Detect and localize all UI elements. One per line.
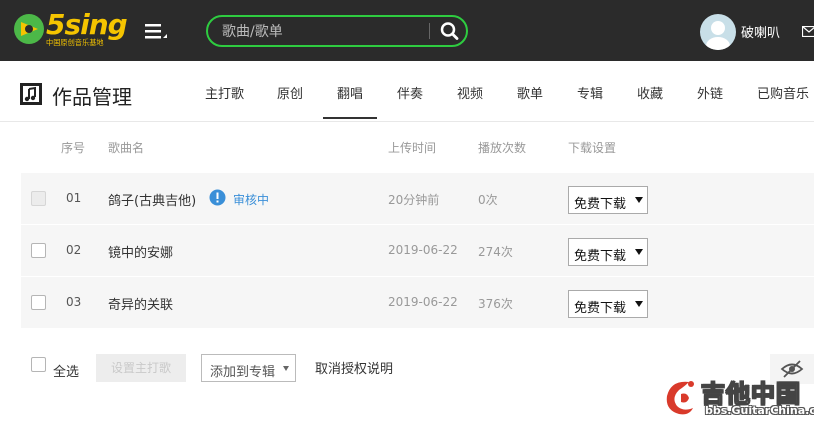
site-logo[interactable]: 5sing 中国原创音乐基地 — [12, 8, 128, 52]
logo-subtitle: 中国原创音乐基地 — [46, 38, 104, 47]
column-header-download: 下载设置 — [568, 141, 617, 155]
tab-favorites[interactable]: 收藏 — [637, 83, 663, 102]
top-bar: 5sing 中国原创音乐基地 破喇叭 — [0, 0, 814, 61]
row-checkbox[interactable] — [31, 295, 46, 310]
row-index: 02 — [66, 243, 82, 257]
works-header: 作品管理 主打歌 原创 翻唱 伴奏 视频 歌单 专辑 收藏 外链 已购音乐 — [0, 61, 814, 122]
play-count: 0次 — [478, 193, 498, 207]
column-header-upload-time: 上传时间 — [388, 141, 437, 155]
watermark: 吉他中国 bbs.GuitarChina.com — [655, 372, 814, 424]
row-index: 03 — [66, 295, 82, 309]
table-row: 03 奇异的关联 2019-06-22 376次 免费下载 — [21, 277, 814, 328]
username[interactable]: 破喇叭 — [741, 22, 780, 41]
upload-time: 2019-06-22 — [388, 243, 458, 257]
tab-main-song[interactable]: 主打歌 — [205, 83, 244, 102]
download-select[interactable]: 免费下载 — [568, 238, 648, 266]
song-name[interactable]: 镜中的安娜 — [108, 242, 173, 261]
select-all-label[interactable]: 全选 — [53, 361, 79, 380]
add-to-album-select[interactable]: 添加到专辑 — [201, 354, 296, 382]
tab-accompaniment[interactable]: 伴奏 — [397, 83, 423, 102]
search-box — [206, 15, 468, 47]
upload-time: 2019-06-22 — [388, 295, 458, 309]
avatar-icon — [706, 21, 730, 50]
menu-icon[interactable] — [145, 22, 169, 40]
tab-purchased-music[interactable]: 已购音乐 — [757, 83, 809, 102]
search-icon[interactable] — [438, 20, 462, 42]
tab-cover[interactable]: 翻唱 — [322, 83, 378, 119]
logo-text: 5sing — [46, 8, 128, 41]
watermark-logo-icon — [666, 381, 694, 415]
download-select-value: 免费下载 — [574, 197, 627, 212]
download-select-value: 免费下载 — [574, 301, 627, 316]
song-name[interactable]: 鸽子(古典吉他) — [108, 190, 196, 209]
logo-mark-icon — [14, 14, 44, 44]
row-checkbox[interactable] — [31, 191, 46, 206]
revoke-authorization-link[interactable]: 取消授权说明 — [315, 358, 393, 377]
avatar[interactable] — [700, 14, 736, 50]
tab-playlist[interactable]: 歌单 — [517, 83, 543, 102]
table-row: 01 鸽子(古典吉他) 审核中 20分钟前 0次 免费下载 — [21, 173, 814, 224]
download-select[interactable]: 免费下载 — [568, 290, 648, 318]
column-header-index: 序号 — [61, 141, 86, 155]
dropdown-arrow-icon — [635, 197, 643, 203]
row-index: 01 — [66, 191, 82, 205]
dropdown-arrow-icon — [635, 249, 643, 255]
tab-original[interactable]: 原创 — [277, 83, 303, 102]
info-icon — [209, 189, 226, 206]
page-title: 作品管理 — [52, 85, 132, 109]
upload-time: 20分钟前 — [388, 193, 440, 207]
tab-video[interactable]: 视频 — [457, 83, 483, 102]
search-divider — [429, 23, 430, 39]
column-header-plays: 播放次数 — [478, 141, 527, 155]
search-input[interactable] — [222, 21, 427, 43]
table-row: 02 镜中的安娜 2019-06-22 274次 免费下载 — [21, 225, 814, 276]
select-all-checkbox[interactable] — [31, 357, 46, 372]
mail-icon[interactable] — [802, 26, 814, 37]
download-select[interactable]: 免费下载 — [568, 186, 648, 214]
works-music-icon — [20, 83, 42, 105]
add-to-album-label: 添加到专辑 — [210, 365, 276, 380]
tab-external-link[interactable]: 外链 — [697, 83, 723, 102]
set-main-song-button[interactable]: 设置主打歌 — [96, 354, 186, 382]
watermark-url: bbs.GuitarChina.com — [705, 404, 814, 417]
play-count: 274次 — [478, 245, 513, 259]
dropdown-arrow-icon — [283, 366, 289, 371]
dropdown-arrow-icon — [635, 301, 643, 307]
column-header-song: 歌曲名 — [108, 141, 145, 155]
tab-album[interactable]: 专辑 — [577, 83, 603, 102]
row-checkbox[interactable] — [31, 243, 46, 258]
song-name[interactable]: 奇异的关联 — [108, 294, 173, 313]
play-count: 376次 — [478, 297, 513, 311]
download-select-value: 免费下载 — [574, 249, 627, 264]
review-status: 审核中 — [233, 193, 270, 207]
